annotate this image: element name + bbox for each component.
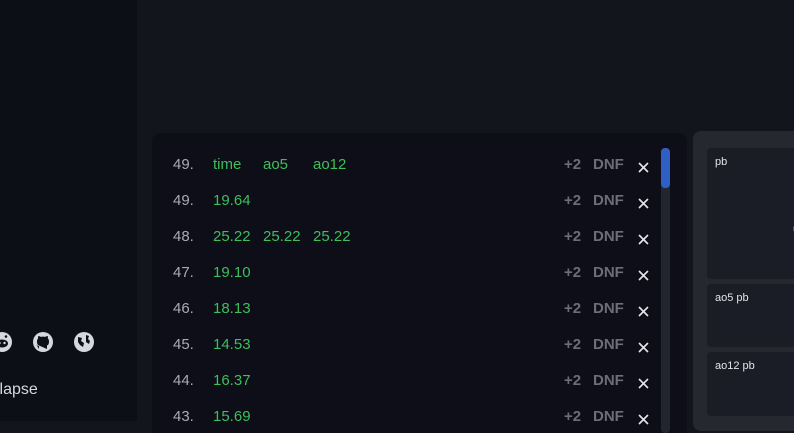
solve-time[interactable]: 16.37 <box>213 372 251 389</box>
solve-index: 43. <box>173 408 194 425</box>
dnf-button[interactable]: DNF <box>593 372 624 389</box>
ao12-pb-card: ao12 pb <box>707 352 794 416</box>
social-links <box>0 330 127 354</box>
solve-time[interactable]: 15.69 <box>213 408 251 425</box>
delete-icon[interactable] <box>638 268 649 281</box>
scrollbar-thumb[interactable] <box>661 148 670 188</box>
delete-icon[interactable] <box>638 232 649 245</box>
solve-time[interactable]: 14.53 <box>213 336 251 353</box>
delete-icon[interactable] <box>638 376 649 389</box>
dnf-button[interactable]: DNF <box>593 300 624 317</box>
sidebar: llapse <box>0 0 137 421</box>
solve-index: 46. <box>173 300 194 317</box>
delete-icon[interactable] <box>638 196 649 209</box>
delete-icon[interactable] <box>638 412 649 425</box>
plus2-button[interactable]: +2 <box>564 372 581 389</box>
time-row[interactable]: 48. 25.22 25.22 25.22 +2 DNF <box>152 219 662 255</box>
plus2-button[interactable]: +2 <box>564 228 581 245</box>
scrollbar-track[interactable] <box>661 148 670 433</box>
solve-time[interactable]: 18.13 <box>213 300 251 317</box>
dnf-button[interactable]: DNF <box>593 228 624 245</box>
header-index: 49. <box>173 156 194 173</box>
dnf-button[interactable]: DNF <box>593 156 624 173</box>
solve-index: 45. <box>173 336 194 353</box>
pb-label: pb <box>715 156 728 168</box>
ao12-pb-label: ao12 pb <box>715 360 755 372</box>
solve-index: 48. <box>173 228 194 245</box>
ao5-pb-label: ao5 pb <box>715 292 749 304</box>
solve-ao12: 25.22 <box>313 228 351 245</box>
solve-index: 49. <box>173 192 194 209</box>
ao5-pb-card: ao5 pb <box>707 284 794 347</box>
solve-time[interactable]: 25.22 <box>213 228 251 245</box>
header-ao12: ao12 <box>313 156 347 173</box>
time-row[interactable]: 43. 15.69 +2 DNF <box>152 399 662 433</box>
reddit-icon[interactable] <box>0 330 14 354</box>
plus2-button[interactable]: +2 <box>564 264 581 281</box>
github-icon[interactable] <box>31 330 55 354</box>
solve-time[interactable]: 19.64 <box>213 192 251 209</box>
plus2-button[interactable]: +2 <box>564 156 581 173</box>
delete-icon[interactable] <box>638 160 649 173</box>
solve-ao5: 25.22 <box>263 228 301 245</box>
solve-index: 44. <box>173 372 194 389</box>
globe-icon[interactable] <box>72 330 96 354</box>
plus2-button[interactable]: +2 <box>564 300 581 317</box>
solve-index: 47. <box>173 264 194 281</box>
dnf-button[interactable]: DNF <box>593 192 624 209</box>
delete-icon[interactable] <box>638 304 649 317</box>
dnf-button[interactable]: DNF <box>593 264 624 281</box>
times-header-row: 49. time ao5 ao12 +2 DNF <box>152 147 662 183</box>
header-time: time <box>213 156 242 173</box>
plus2-button[interactable]: +2 <box>564 336 581 353</box>
solve-time[interactable]: 19.10 <box>213 264 251 281</box>
time-row[interactable]: 45. 14.53 +2 DNF <box>152 327 662 363</box>
delete-icon[interactable] <box>638 340 649 353</box>
dnf-button[interactable]: DNF <box>593 408 624 425</box>
collapse-button[interactable]: llapse <box>0 381 38 399</box>
time-row[interactable]: 49. 19.64 +2 DNF <box>152 183 662 219</box>
header-ao5: ao5 <box>263 156 289 173</box>
time-row[interactable]: 47. 19.10 +2 DNF <box>152 255 662 291</box>
stats-panel: pb 1 ao5 pb ao12 pb <box>693 131 794 431</box>
plus2-button[interactable]: +2 <box>564 408 581 425</box>
pb-card: pb 1 <box>707 148 794 279</box>
time-row[interactable]: 44. 16.37 +2 DNF <box>152 363 662 399</box>
time-row[interactable]: 46. 18.13 +2 DNF <box>152 291 662 327</box>
times-list-panel: 49. time ao5 ao12 +2 DNF 49. 19.64 +2 DN… <box>152 133 687 433</box>
dnf-button[interactable]: DNF <box>593 336 624 353</box>
plus2-button[interactable]: +2 <box>564 192 581 209</box>
